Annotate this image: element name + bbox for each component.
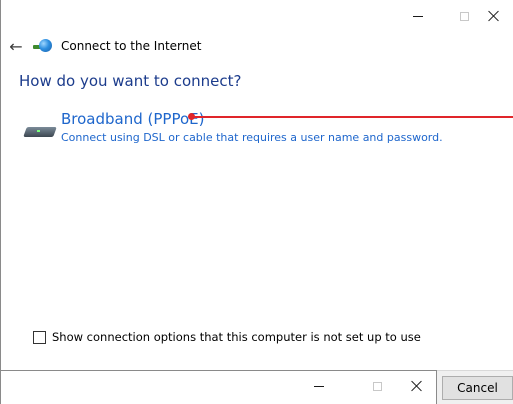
back-button[interactable]: ← xyxy=(1,34,31,58)
show-unsetup-options-checkbox[interactable] xyxy=(33,330,46,344)
second-minimize-button[interactable] xyxy=(299,371,339,401)
network-globe-icon xyxy=(33,39,53,53)
option-broadband-pppoe[interactable]: Broadband (PPPoE) Connect using DSL or c… xyxy=(23,110,503,170)
close-icon xyxy=(488,10,500,22)
option-title[interactable]: Broadband (PPPoE) xyxy=(61,110,205,128)
connect-wizard-window: ← Connect to the Internet How do you wan… xyxy=(0,0,513,370)
minimize-icon xyxy=(314,385,324,387)
show-unsetup-options-checkbox-row[interactable]: Show connection options that this comput… xyxy=(33,330,421,344)
second-maximize-button xyxy=(357,371,397,401)
second-close-button[interactable] xyxy=(397,371,437,401)
second-window xyxy=(0,370,437,404)
window-title: Connect to the Internet xyxy=(61,39,202,53)
annotation-line xyxy=(193,116,513,118)
close-icon xyxy=(411,380,423,392)
maximize-icon xyxy=(372,381,382,391)
back-arrow-icon: ← xyxy=(9,36,23,56)
cancel-button[interactable]: Cancel xyxy=(442,376,513,400)
minimize-icon xyxy=(413,15,423,17)
close-button[interactable] xyxy=(471,0,513,32)
title-bar[interactable] xyxy=(1,0,513,32)
checkbox-label: Show connection options that this comput… xyxy=(52,330,421,344)
option-description: Connect using DSL or cable that requires… xyxy=(61,131,443,144)
broadband-modem-icon xyxy=(23,124,57,140)
minimize-button[interactable] xyxy=(395,0,441,32)
maximize-icon xyxy=(459,11,469,21)
nav-row: ← Connect to the Internet xyxy=(1,34,401,58)
page-heading: How do you want to connect? xyxy=(19,72,242,90)
